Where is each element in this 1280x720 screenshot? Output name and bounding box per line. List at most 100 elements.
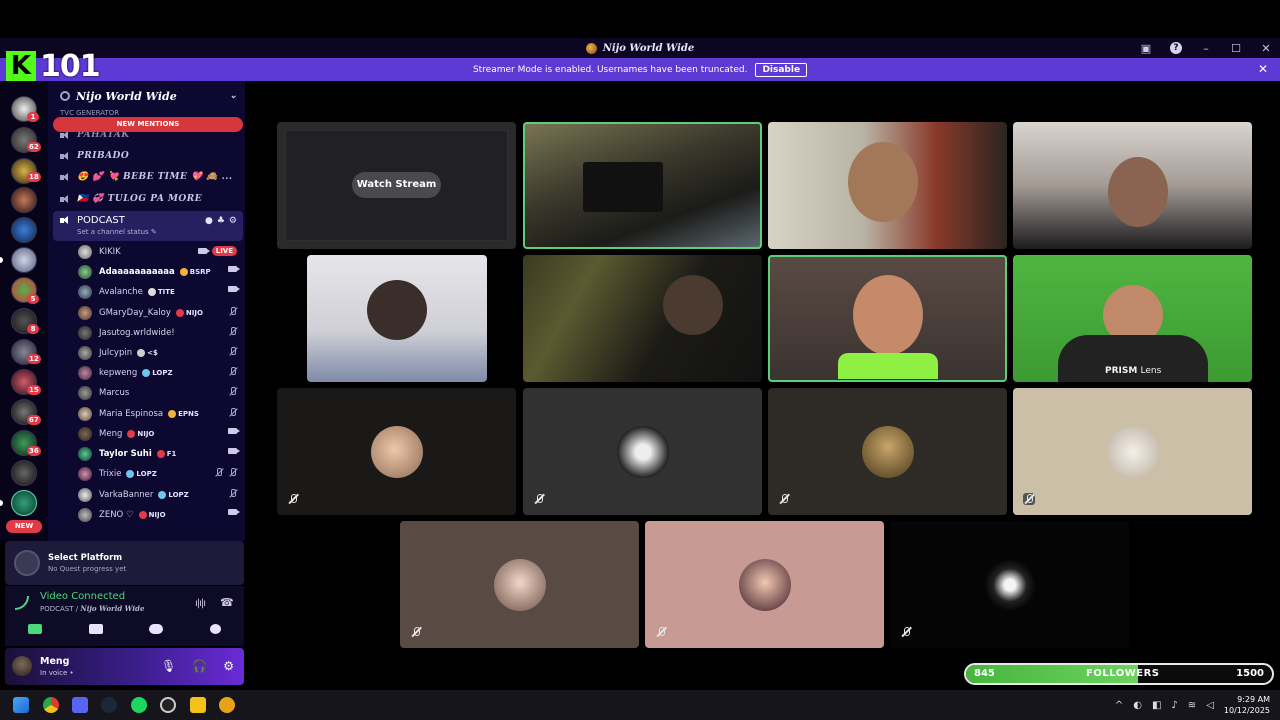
voice-user[interactable]: Taylor Suhi F1 [78,444,243,464]
disconnect-icon[interactable]: ☎ [220,596,234,609]
new-servers-pill[interactable]: NEW [6,520,42,533]
avatar-tile[interactable] [1013,388,1252,515]
chevron-up-icon[interactable]: ^ [1115,700,1123,711]
video-tile[interactable] [307,255,487,382]
voice-user[interactable]: Marcus [78,383,243,403]
channel-actions: ● ♣ ⚙ [205,216,237,226]
clock[interactable]: 9:29 AM 10/12/2025 [1224,694,1270,716]
server-icon[interactable] [11,490,37,516]
signal-icon [15,596,29,610]
voice-user[interactable]: kepweng LOPZ [78,363,243,383]
network-icon[interactable]: ◧ [1152,700,1161,711]
add-member-icon[interactable]: ♣ [217,216,225,226]
avatar-tile[interactable] [890,521,1129,648]
spotify-icon[interactable] [131,697,147,713]
voice-channel-name: PODCAST / [40,605,81,613]
username[interactable]: Meng [40,656,69,667]
channel-status[interactable]: Set a channel status ✎ [77,228,157,236]
voice-user[interactable]: KIKIK LIVE [78,242,243,262]
voice-user[interactable]: Avalanche TITE [78,282,243,302]
voice-user[interactable]: Meng NIJO [78,424,243,444]
close-banner-icon[interactable]: ✕ [1258,62,1268,76]
avatar [78,447,92,461]
channel-podcast[interactable]: PODCAST Set a channel status ✎ ● ♣ ⚙ [53,211,243,241]
camera-icon [197,248,210,254]
server-icon[interactable] [11,217,37,243]
voice-user[interactable]: Jasutog.wrldwide! [78,323,243,343]
file-explorer-icon[interactable] [190,697,206,713]
voice-status[interactable]: Video Connected [40,591,125,602]
video-tile[interactable] [523,122,762,249]
voice-user[interactable]: Maria Espinosa EPNS [78,404,243,424]
app-icon[interactable] [219,697,235,713]
user-tag-text: <$ [147,349,158,357]
new-mentions-pill[interactable]: NEW MENTIONS [53,117,243,132]
server-icon[interactable] [11,460,37,486]
gear-icon[interactable]: ⚙ [223,659,234,673]
followers-goal-bar: 845 FOLLOWERS 1500 [964,663,1274,685]
voice-user[interactable]: VarkaBanner LOPZ [78,485,243,505]
server-header[interactable]: Nijo World Wide ⌄ [48,81,245,111]
server-icon[interactable] [11,247,37,273]
voice-user[interactable]: ZENO ♡ NIJO [78,505,243,525]
channel-tulog-pa-more[interactable]: 🇵🇭 💞 TULOG PA MORE [53,189,243,209]
shield-icon[interactable]: ◐ [1133,700,1142,711]
avatar-tile[interactable] [400,521,639,648]
avatar-tile[interactable] [523,388,762,515]
inbox-icon[interactable]: ▣ [1140,42,1152,55]
wifi-icon[interactable]: ≋ [1188,700,1196,711]
quest-panel[interactable]: Select Platform No Quest progress yet [5,541,244,585]
gear-icon[interactable]: ⚙ [229,216,237,226]
speaker-icon [60,194,71,204]
windows-start-icon[interactable] [13,697,29,713]
kick-logo-icon: K [6,51,36,81]
maximize-button[interactable]: ☐ [1230,42,1242,55]
camera-icon [228,266,240,272]
server-settings-icon [60,91,70,101]
voice-user[interactable]: Julcypin <$ [78,343,243,363]
headphones-icon[interactable]: 🎧 [192,659,207,673]
chrome-icon[interactable] [43,697,59,713]
avatar-tile[interactable] [645,521,884,648]
avatar-tile[interactable] [277,388,516,515]
stream-tile[interactable]: Watch Stream [277,122,516,249]
microphone-icon[interactable]: 🎙 [161,659,176,673]
microphone-icon[interactable]: ♪ [1171,700,1177,711]
voice-user[interactable]: GMaryDay_Kaloy NIJO [78,303,243,323]
server-icon[interactable] [11,187,37,213]
channel-tvc-generator[interactable]: TVC GENERATOR [60,109,119,117]
volume-icon[interactable]: ◁ [1206,700,1214,711]
screen-share-button[interactable] [88,624,103,634]
channel-label: 😍 💕 💘 BEBE TIME 💖 🙈 ... [77,172,233,182]
noise-suppression-icon[interactable]: ı|ı|ı [195,598,206,609]
video-tile[interactable] [768,255,1007,382]
voice-user[interactable]: Adaaaaaaaaaaa BSRP [78,262,243,282]
server-icon [585,42,597,54]
disable-streamer-mode-button[interactable]: Disable [755,62,808,77]
participant-avatar [370,425,423,478]
watch-stream-button[interactable]: Watch Stream [352,172,441,198]
steam-icon[interactable] [101,697,117,713]
voice-user[interactable]: Trixie LOPZ [78,464,243,484]
close-window-button[interactable]: ✕ [1260,42,1272,55]
voice-user-status [214,468,237,477]
help-icon[interactable]: ? [1170,42,1182,54]
avatar [78,508,92,522]
soundboard-button[interactable] [209,624,221,634]
video-tile[interactable] [768,122,1007,249]
video-tile[interactable] [1013,122,1252,249]
obs-icon[interactable] [160,697,176,713]
discord-icon[interactable] [72,697,88,713]
overlay-number: 101 [40,48,101,84]
minimize-button[interactable]: – [1200,42,1212,55]
activities-button[interactable] [149,624,164,634]
avatar[interactable] [12,656,32,676]
avatar-tile[interactable] [768,388,1007,515]
voice-actions [5,624,244,634]
video-tile[interactable] [523,255,762,382]
video-tile[interactable]: PRISM Lens [1013,255,1252,382]
channel-bebe-time[interactable]: 😍 💕 💘 BEBE TIME 💖 🙈 ... [53,167,243,187]
chat-icon[interactable]: ● [205,216,213,226]
camera-button[interactable] [28,624,43,634]
channel-pribado[interactable]: PRIBADO [53,146,243,166]
